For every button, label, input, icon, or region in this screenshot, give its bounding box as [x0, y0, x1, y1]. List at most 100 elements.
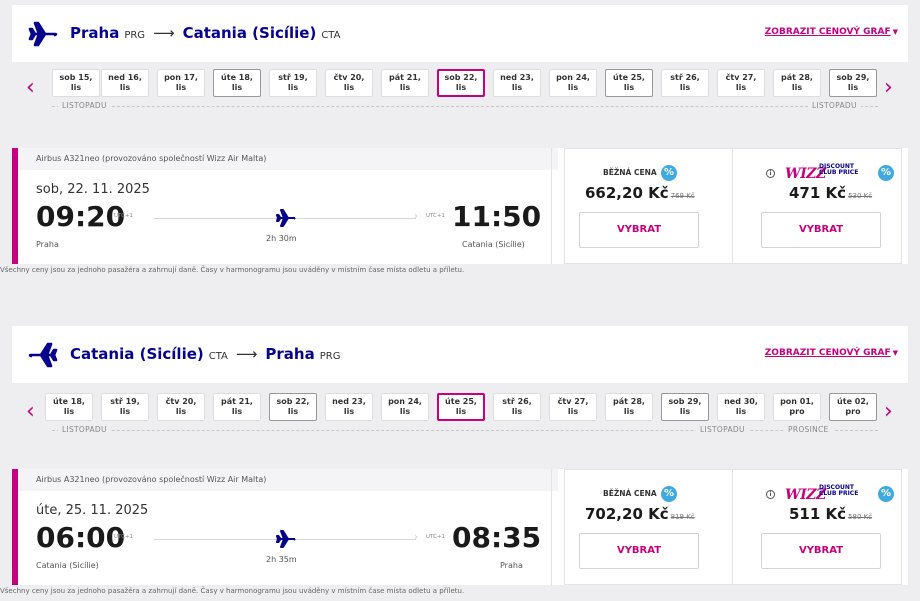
- price-footnote: Všechny ceny jsou za jednoho pasažéra a …: [0, 266, 465, 274]
- destination-city: Praha: [265, 345, 315, 363]
- discount-badge-icon: %: [661, 165, 677, 181]
- regular-price-title: BĚŽNÁ CENA: [603, 168, 657, 177]
- flight-duration: 2h 30m: [266, 234, 297, 243]
- date-chip-day: pon 24,: [388, 397, 422, 406]
- date-chip[interactable]: úte 25, lis: [605, 69, 653, 97]
- date-chip-day: ned 23,: [332, 397, 366, 406]
- regular-price-value: 702,20 Kč: [585, 505, 669, 523]
- date-chip-month: lis: [791, 83, 803, 92]
- prev-dates-button[interactable]: ‹: [26, 399, 35, 424]
- price-chart-link[interactable]: ZOBRAZIT CENOVÝ GRAF ▼: [765, 27, 898, 37]
- date-chip-month: lis: [399, 407, 411, 416]
- flight-duration: 2h 35m: [266, 555, 297, 564]
- date-chip[interactable]: úte 02, pro: [829, 393, 877, 421]
- regular-price-column: BĚŽNÁ CENA % 702,20 Kč 819 Kč VYBRAT: [564, 469, 734, 585]
- date-chip-day: pát 21,: [221, 397, 253, 406]
- date-chip-selected[interactable]: sob 22, lis: [437, 69, 485, 97]
- date-chip[interactable]: pát 28, lis: [605, 393, 653, 421]
- info-icon[interactable]: i: [766, 490, 775, 499]
- date-chip[interactable]: stř 19, lis: [269, 69, 317, 97]
- date-chip-month: lis: [455, 83, 467, 92]
- date-chip[interactable]: ned 23, lis: [493, 69, 541, 97]
- date-chip[interactable]: ned 16, lis: [101, 69, 149, 97]
- date-chip-selected[interactable]: úte 25, lis: [437, 393, 485, 421]
- select-club-button[interactable]: VYBRAT: [761, 212, 881, 248]
- date-chip-month: lis: [679, 407, 691, 416]
- destination-code: CTA: [321, 30, 341, 41]
- date-chip[interactable]: sob 15, lis: [52, 69, 100, 97]
- arrival-timezone: UTC+1: [426, 213, 446, 219]
- prev-dates-button[interactable]: ‹: [26, 75, 35, 100]
- price-chart-link[interactable]: ZOBRAZIT CENOVÝ GRAF ▼: [765, 348, 898, 358]
- date-chip[interactable]: pát 21, lis: [381, 69, 429, 97]
- regular-old-price: 819 Kč: [670, 513, 695, 521]
- date-chip[interactable]: sob 22, lis: [269, 393, 317, 421]
- date-chip[interactable]: čtv 20, lis: [157, 393, 205, 421]
- date-chip-day: sob 22,: [276, 397, 310, 406]
- date-chip[interactable]: úte 18, lis: [45, 393, 93, 421]
- aircraft-info: Airbus A321neo (provozováno společností …: [18, 148, 558, 170]
- club-price-value: 471 Kč: [789, 184, 847, 202]
- select-regular-button[interactable]: VYBRAT: [579, 533, 699, 569]
- club-old-price: 530 Kč: [848, 192, 873, 200]
- date-chip-day: pát 28,: [781, 73, 813, 82]
- date-chip[interactable]: stř 26, lis: [493, 393, 541, 421]
- date-chip[interactable]: stř 19, lis: [101, 393, 149, 421]
- date-chip-day: pon 01,: [780, 397, 814, 406]
- wizz-discount-club-logo: WIZZ DISCOUNT CLUB PRICE: [785, 163, 858, 183]
- date-chip-day: pon 24,: [556, 73, 590, 82]
- next-dates-button[interactable]: ›: [884, 399, 893, 424]
- date-chip[interactable]: pát 28, lis: [773, 69, 821, 97]
- arrival-city: Catania (Sicílie): [462, 240, 525, 249]
- outbound-date-strip: ‹ sob 15, lis ned 16, lis pon 17, lis úte 1…: [12, 67, 908, 137]
- regular-price: 702,20 Kč 819 Kč: [585, 505, 695, 523]
- date-chip[interactable]: čtv 27, lis: [717, 69, 765, 97]
- month-label: LISTOPADU: [696, 425, 749, 434]
- price-divider: [551, 469, 552, 585]
- date-chip-month: lis: [735, 83, 747, 92]
- departure-plane-icon: [28, 21, 58, 47]
- date-chip-day: čtv 27,: [557, 397, 589, 406]
- date-chip[interactable]: sob 29, lis: [661, 393, 709, 421]
- date-chip[interactable]: stř 26, lis: [661, 69, 709, 97]
- caret-down-icon: ▼: [892, 349, 898, 357]
- arrival-time: 08:35: [452, 521, 542, 554]
- date-chip-day: stř 19,: [110, 397, 140, 406]
- date-chip[interactable]: pon 01, pro: [773, 393, 821, 421]
- date-chip-month: lis: [455, 407, 467, 416]
- date-chip[interactable]: úte 18, lis: [213, 69, 261, 97]
- date-chip-day: ned 23,: [500, 73, 534, 82]
- info-icon[interactable]: i: [766, 169, 775, 178]
- date-chip[interactable]: sob 29, lis: [829, 69, 877, 97]
- outbound-header: Praha PRG ⟶ Catania (Sicílie) CTA ZOBRAZIT C…: [12, 5, 908, 62]
- next-dates-button[interactable]: ›: [884, 75, 893, 100]
- date-chip[interactable]: pon 17, lis: [157, 69, 205, 97]
- arrow-right-icon: ›: [414, 532, 418, 543]
- date-chip[interactable]: čtv 20, lis: [325, 69, 373, 97]
- date-chip-month: lis: [623, 83, 635, 92]
- month-label: LISTOPADU: [808, 101, 861, 110]
- departure-time: 06:00: [36, 521, 126, 554]
- date-chip-month: lis: [63, 407, 75, 416]
- date-chip[interactable]: pon 24, lis: [549, 69, 597, 97]
- month-divider: [52, 430, 878, 431]
- date-chip-day: stř 26,: [502, 397, 532, 406]
- arrival-city: Praha: [500, 561, 523, 570]
- aircraft-info: Airbus A321neo (provozováno společností …: [18, 469, 558, 491]
- date-chip[interactable]: pon 24, lis: [381, 393, 429, 421]
- price-divider: [551, 148, 552, 264]
- club-old-price: 580 Kč: [848, 513, 873, 521]
- select-regular-button[interactable]: VYBRAT: [579, 212, 699, 248]
- outbound-flight-card: Airbus A321neo (provozováno společností …: [12, 148, 908, 264]
- date-chip[interactable]: čtv 27, lis: [549, 393, 597, 421]
- date-chip-day: úte 02,: [837, 397, 869, 406]
- origin-code: CTA: [208, 351, 228, 362]
- date-chip[interactable]: ned 30, lis: [717, 393, 765, 421]
- date-chip-day: sob 29,: [836, 73, 870, 82]
- date-chip-day: pát 21,: [389, 73, 421, 82]
- date-chip-day: stř 26,: [670, 73, 700, 82]
- date-chip[interactable]: pát 21, lis: [213, 393, 261, 421]
- date-chip[interactable]: ned 23, lis: [325, 393, 373, 421]
- date-chip-month: pro: [789, 407, 805, 416]
- select-club-button[interactable]: VYBRAT: [761, 533, 881, 569]
